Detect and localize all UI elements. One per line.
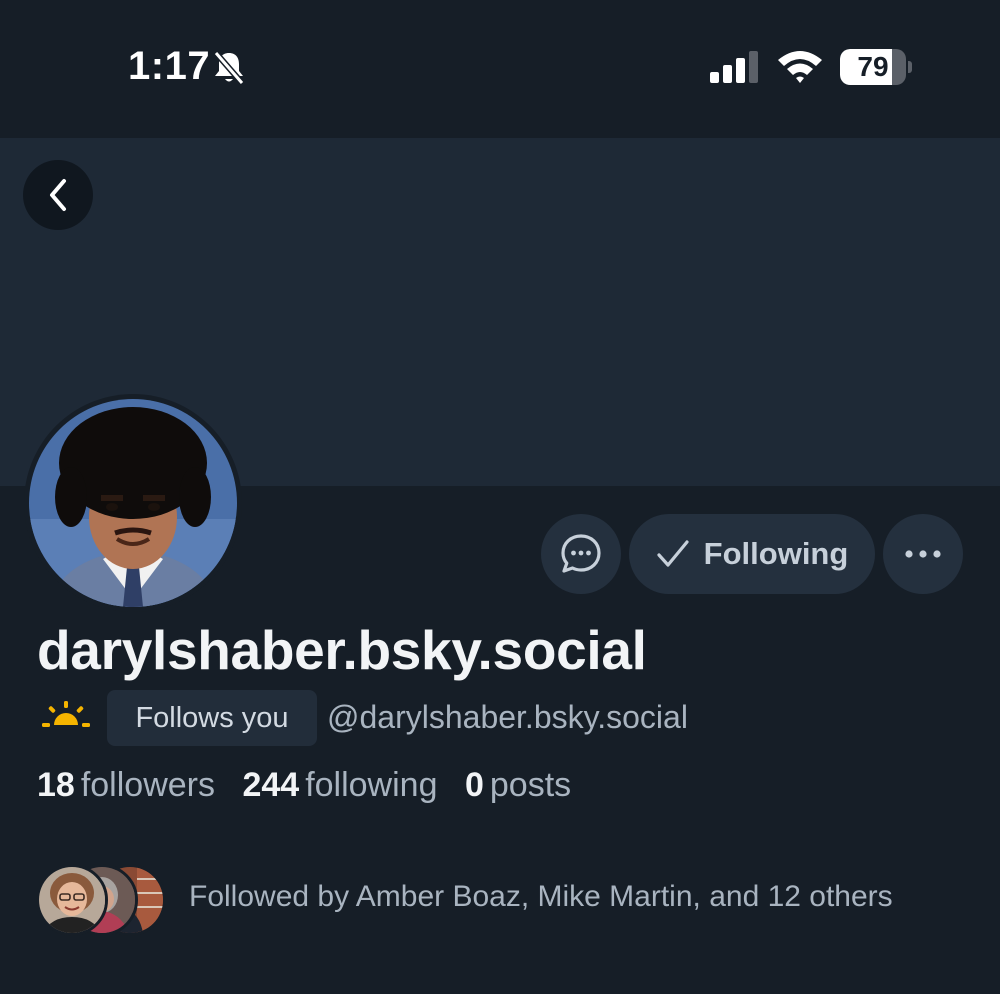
followers-count: 18 (37, 766, 75, 804)
sunrise-icon (41, 700, 91, 735)
followers-label: followers (80, 766, 215, 804)
checkmark-icon (657, 540, 689, 567)
more-options-button[interactable] (883, 514, 963, 594)
profile-handle[interactable]: @darylshaber.bsky.social (327, 699, 688, 736)
status-time: 1:17 (128, 44, 211, 88)
ellipsis-icon (905, 550, 941, 558)
chat-bubble-icon (561, 534, 601, 573)
battery-level: 79 (857, 51, 889, 82)
message-button[interactable] (541, 514, 621, 594)
follows-you-badge: Follows you (107, 690, 317, 746)
posts-label: posts (489, 766, 572, 804)
posts-stat: 0 posts (465, 766, 589, 804)
following-stat[interactable]: 244 following (242, 766, 455, 804)
following-button[interactable]: Following (629, 514, 875, 594)
known-followers-text[interactable]: Followed by Amber Boaz, Mike Martin, and… (189, 880, 893, 914)
profile-display-name: darylshaber.bsky.social (37, 619, 647, 681)
bell-slash-icon (212, 50, 246, 91)
posts-count: 0 (464, 766, 484, 804)
profile-avatar[interactable] (24, 394, 242, 612)
battery-icon: 79 (840, 49, 912, 85)
wifi-icon (776, 48, 824, 89)
cellular-signal-icon (710, 50, 762, 89)
known-followers-avatars[interactable] (36, 864, 166, 936)
following-label: following (305, 766, 438, 804)
known-follower-avatar (36, 864, 108, 936)
profile-stats: 18 followers 244 following 0 posts (37, 766, 589, 805)
back-button[interactable] (23, 160, 93, 230)
status-bar: 1:17 79 (0, 0, 1000, 138)
chevron-left-icon (50, 179, 66, 211)
following-button-label: Following (703, 536, 849, 571)
following-count: 244 (242, 766, 300, 804)
followers-stat[interactable]: 18 followers (37, 766, 233, 804)
